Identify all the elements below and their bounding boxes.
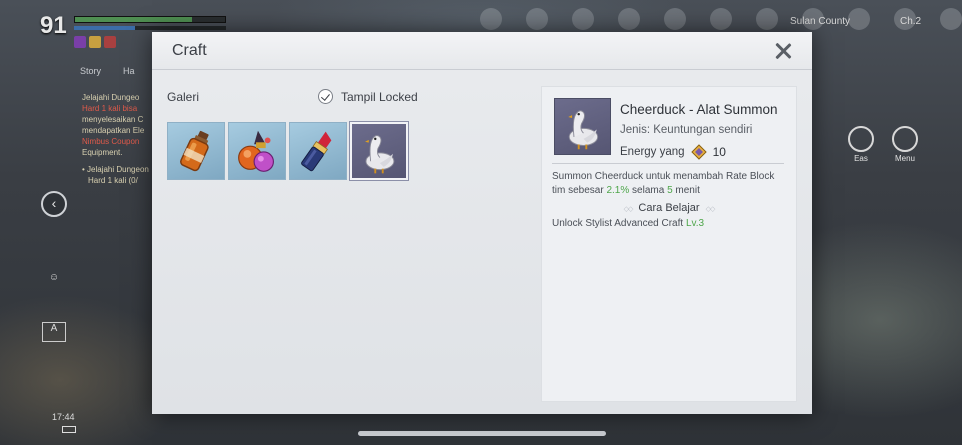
location-name: Sulan County — [790, 16, 851, 27]
lipstick-icon — [301, 131, 332, 172]
quest-line: mendapatkan Ele — [82, 126, 145, 135]
menu-icon[interactable] — [756, 8, 778, 30]
item-type: Jenis: Keuntungan sendiri — [620, 124, 753, 136]
quest-line: Hard 1 kali (0/ — [88, 176, 138, 185]
recipe-slot[interactable] — [228, 122, 286, 180]
eas-button[interactable]: Eas — [848, 126, 874, 163]
menu-icon[interactable] — [664, 8, 686, 30]
translate-icon[interactable]: A — [42, 322, 66, 342]
recipe-detail-panel: Cheerduck - Alat Summon Jenis: Keuntunga… — [541, 86, 797, 402]
quest-line: menyelesaikan C — [82, 115, 144, 124]
home-indicator — [358, 431, 606, 436]
player-level: 91 — [40, 12, 67, 39]
character-icon[interactable]: ☺ — [42, 272, 66, 292]
rate-value: 2.1% — [606, 184, 630, 196]
quest-line: Equipment. — [82, 148, 123, 157]
cheerduck-icon — [365, 135, 395, 174]
item-name: Cheerduck - Alat Summon — [620, 102, 778, 117]
quest-line: • Jelajahi Dungeon — [82, 165, 149, 174]
energy-value: 10 — [712, 145, 726, 159]
menu-icon[interactable] — [848, 8, 870, 30]
energy-gem-icon — [690, 144, 707, 160]
mp-bar — [74, 26, 226, 30]
tab-story[interactable]: Story — [80, 66, 101, 76]
dialog-header: Craft — [152, 32, 812, 70]
perfume-flask-icon — [238, 130, 274, 172]
top-menu-icons — [480, 8, 962, 30]
craft-dialog: Craft Galeri Tampil Locked Cheerduck - A… — [152, 32, 812, 414]
quest-line: Jelajahi Dungeo — [82, 93, 140, 102]
potion-bottle-icon — [180, 130, 209, 172]
quest-tracker[interactable]: Jelajahi Dungeo Hard 1 kali bisa menyele… — [82, 92, 162, 186]
quest-line: Hard 1 kali bisa — [82, 104, 138, 113]
divider — [552, 163, 784, 164]
hp-bar — [74, 16, 226, 23]
menu-icon[interactable] — [526, 8, 548, 30]
menu-icon[interactable] — [572, 8, 594, 30]
menu-button[interactable]: Menu — [892, 126, 918, 163]
buff-icon — [89, 36, 101, 48]
recipe-slot-selected[interactable] — [349, 121, 409, 181]
buff-icons — [74, 36, 116, 48]
menu-icon[interactable] — [480, 8, 502, 30]
required-level: Lv.3 — [685, 218, 705, 229]
learn-method-title: Cara Belajar — [542, 202, 796, 214]
menu-icon[interactable] — [940, 8, 962, 30]
recipe-grid — [167, 121, 409, 181]
gallery-label: Galeri — [167, 90, 200, 104]
energy-label: Energy yang — [620, 146, 685, 158]
buff-icon — [74, 36, 86, 48]
quest-line: Nimbus Coupon — [82, 137, 140, 146]
clock: 17:44 — [52, 412, 75, 422]
menu-icon[interactable] — [618, 8, 640, 30]
channel-selector[interactable]: Ch.2 — [900, 16, 921, 27]
learn-method-text: Unlock Stylist Advanced Craft Lv.3 — [552, 218, 705, 229]
quest-tabs: Story Ha — [80, 66, 135, 76]
collapse-arrow-icon[interactable]: ‹ — [41, 191, 67, 217]
battery-icon — [62, 426, 76, 433]
menu-icon[interactable] — [710, 8, 732, 30]
show-locked-toggle[interactable]: Tampil Locked — [318, 89, 418, 104]
recipe-slot[interactable] — [167, 122, 225, 180]
close-button[interactable] — [772, 40, 794, 62]
dialog-title: Craft — [172, 42, 207, 59]
buff-icon — [104, 36, 116, 48]
recipe-slot[interactable] — [289, 122, 347, 180]
hamburger-icon — [892, 126, 918, 152]
detail-thumbnail — [554, 98, 611, 155]
tab-ha[interactable]: Ha — [123, 66, 135, 76]
cheerduck-icon — [568, 110, 599, 150]
energy-cost: Energy yang 10 — [620, 144, 726, 160]
item-description: Summon Cheerduck untuk menambah Rate Blo… — [552, 171, 775, 196]
checkmark-icon — [318, 89, 333, 104]
calendar-icon — [848, 126, 874, 152]
show-locked-label: Tampil Locked — [341, 89, 418, 104]
